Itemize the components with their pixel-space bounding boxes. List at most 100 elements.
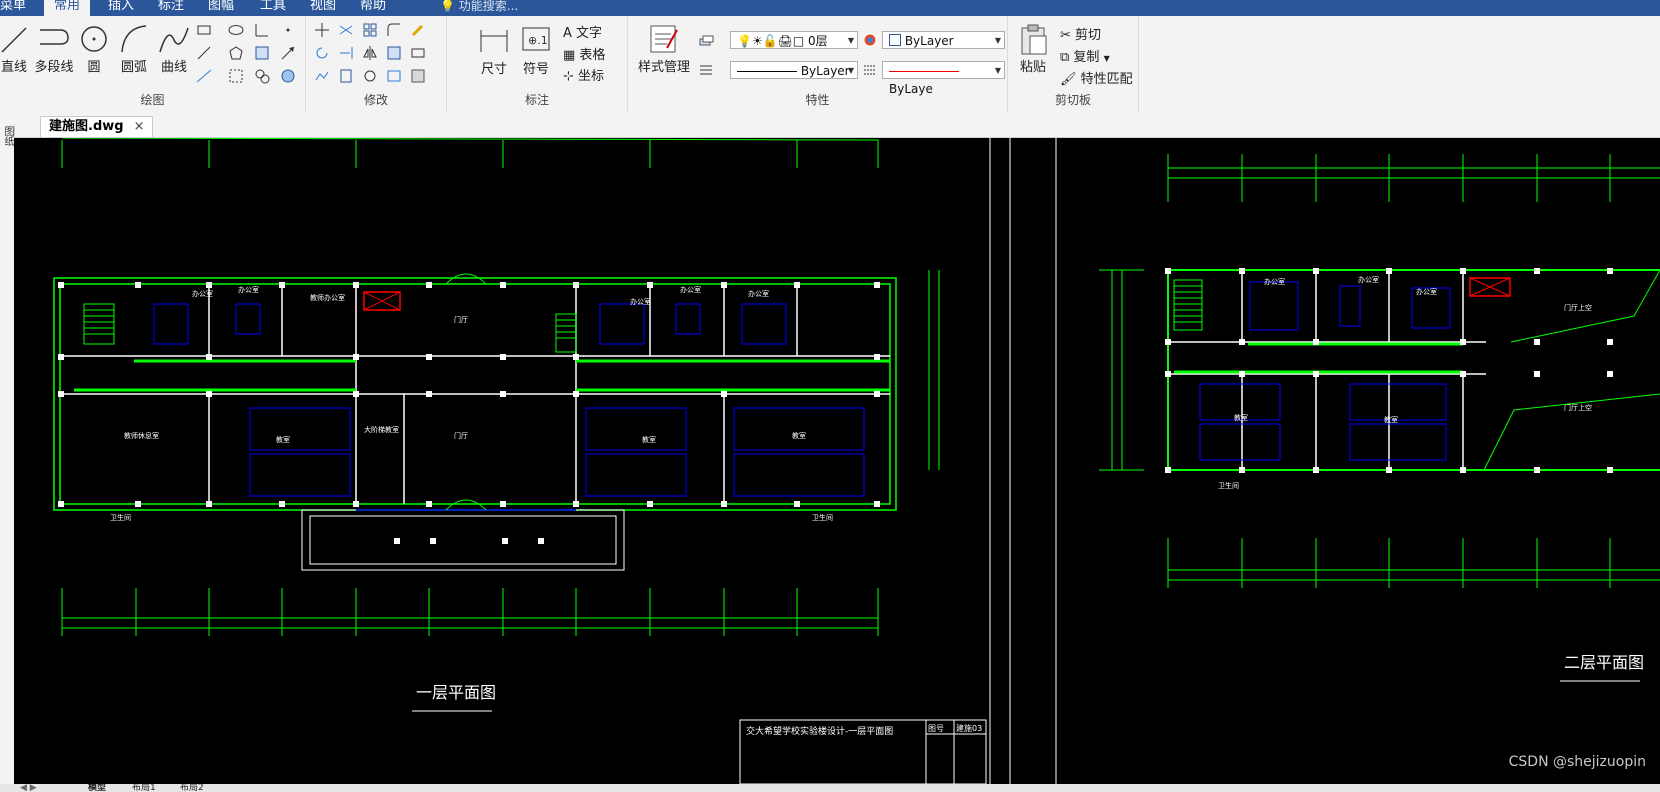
menu-item-tools[interactable]: 工具: [260, 0, 286, 16]
gradient-icon[interactable]: [280, 68, 296, 84]
arrow-icon[interactable]: [280, 45, 296, 61]
menu-item-insert[interactable]: 插入: [108, 0, 134, 16]
second-floor-plan: 办公室 办公室 办公室 门厅上空 门厅上空 教室 教室 卫生间 二层平面图: [1099, 154, 1660, 682]
properties-icon[interactable]: [410, 68, 426, 84]
fillet-icon[interactable]: [386, 22, 402, 38]
layer-manager-icon[interactable]: [698, 33, 714, 49]
table-icon: ▦: [563, 48, 580, 63]
layer-select[interactable]: 💡☀🔓🖨□ 0层 ▼: [730, 31, 858, 49]
region-icon[interactable]: [228, 68, 244, 84]
room-label: 教室: [642, 435, 656, 444]
room-label: 卫生间: [110, 513, 131, 522]
symbol-tool-label: 符号: [522, 62, 549, 77]
cut-button[interactable]: ✂ 剪切: [1060, 24, 1101, 43]
tab-nav-arrows[interactable]: ◀ ▶: [20, 784, 37, 792]
symbol-tool-button[interactable]: ⊕.1 符号: [519, 24, 553, 77]
text-tool-button[interactable]: A 文字: [563, 22, 602, 41]
first-floor-plan: 办公室 办公室 教师办公室 门厅 办公室 办公室 办公室 教师休息室 大阶梯教室…: [53, 138, 987, 784]
coordinate-tool-button[interactable]: ⊹ 坐标: [563, 65, 604, 84]
room-label: 卫生间: [812, 513, 833, 522]
array-icon[interactable]: [362, 22, 378, 38]
offset-icon[interactable]: [410, 45, 426, 61]
symbol-icon: ⊕.1: [522, 27, 550, 51]
color-wheel-icon[interactable]: [862, 32, 878, 48]
color-select[interactable]: ByLayer ▼: [882, 31, 1005, 49]
ellipse-icon[interactable]: [228, 22, 244, 38]
spline-icon: [159, 27, 189, 53]
menu-item-view[interactable]: 视图: [310, 0, 336, 16]
stairs: [83, 303, 577, 353]
sidebar-label: 图纸: [2, 126, 13, 146]
menu-item-sheet[interactable]: 图幅: [208, 0, 234, 16]
polygon-icon[interactable]: [228, 45, 244, 61]
menu-item-menu[interactable]: 菜单: [0, 0, 26, 16]
join-icon[interactable]: [386, 68, 402, 84]
line-tool-button[interactable]: 直线: [0, 22, 28, 75]
ray-icon[interactable]: [196, 45, 212, 61]
break-icon[interactable]: [338, 68, 354, 84]
layout-tab-layout2[interactable]: 布局2: [180, 784, 204, 792]
circle-tool-button[interactable]: 圆: [80, 22, 108, 75]
explode-icon[interactable]: [362, 68, 378, 84]
entrance-canopy: [301, 509, 625, 571]
plan-title-first-floor: 一层平面图: [416, 683, 496, 702]
sheet-sidebar[interactable]: 图纸: [0, 124, 15, 792]
stretch-icon[interactable]: [314, 68, 330, 84]
menu-item-dimension[interactable]: 标注: [158, 0, 184, 16]
top-dimension-lines: [61, 138, 879, 168]
arc-tool-button[interactable]: 圆弧: [118, 22, 150, 75]
match-properties-button[interactable]: 🖌 特性匹配: [1060, 68, 1133, 87]
style-manager-button[interactable]: 样式管理: [634, 22, 694, 75]
block-icon[interactable]: [254, 68, 270, 84]
table-tool-button[interactable]: ▦ 表格: [563, 44, 605, 63]
point-icon[interactable]: [280, 22, 296, 38]
feature-search-input[interactable]: 💡 功能搜索...: [440, 0, 518, 16]
scale-icon[interactable]: [386, 45, 402, 61]
polyline-tool-button[interactable]: 多段线: [34, 22, 74, 75]
feature-search-placeholder: 功能搜索...: [458, 0, 519, 13]
modify-group-label: 修改: [363, 93, 388, 107]
drawing-canvas[interactable]: 办公室 办公室 教师办公室 门厅 办公室 办公室 办公室 教师休息室 大阶梯教室…: [14, 138, 1660, 784]
lineweight-icon[interactable]: [862, 62, 878, 78]
layout-tab-bar: ◀ ▶ 模型 布局1 布局2: [0, 784, 1660, 792]
dimension-tool-button[interactable]: 尺寸: [477, 24, 511, 77]
move-icon[interactable]: [314, 22, 330, 38]
close-icon[interactable]: ×: [134, 119, 145, 134]
extend-icon[interactable]: [338, 45, 354, 61]
rotate-icon[interactable]: [314, 45, 330, 61]
coordinate-tool-label: 坐标: [578, 69, 605, 84]
draw-group: 直线 多段线 圆 圆弧 曲线 绘图: [0, 16, 306, 112]
elevator: [363, 291, 401, 311]
table-tool-label: 表格: [579, 48, 606, 63]
copy-button[interactable]: ⧉ 复制 ▼: [1060, 46, 1110, 65]
bottom-dimension-lines: [1167, 538, 1660, 588]
angle-icon[interactable]: [254, 22, 270, 38]
paste-button[interactable]: 粘贴: [1016, 22, 1050, 75]
lineweight-preview: [889, 71, 959, 72]
title-block-sheet-no: 建施03: [956, 723, 982, 733]
layout-tab-layout1[interactable]: 布局1: [132, 784, 156, 792]
linetype-select[interactable]: ByLayer ▼: [730, 61, 858, 79]
polyline-icon: [40, 29, 69, 45]
linetype-icon[interactable]: [698, 62, 714, 78]
lineweight-select[interactable]: ByLaye ▼: [882, 61, 1005, 96]
trim-icon[interactable]: [338, 22, 354, 38]
atrium-edge: [1483, 269, 1660, 471]
mirror-icon[interactable]: [362, 45, 378, 61]
room-label: 教室: [792, 431, 806, 440]
corridor-bands: [74, 359, 890, 392]
room-label: 办公室: [1264, 277, 1285, 286]
layout-tab-model[interactable]: 模型: [88, 784, 106, 792]
document-tab[interactable]: 建施图.dwg ×: [40, 116, 154, 137]
hatch-icon[interactable]: [254, 45, 270, 61]
room-label: 教室: [1384, 415, 1398, 424]
plan-title-second-floor: 二层平面图: [1564, 653, 1644, 672]
rectangle-icon[interactable]: [196, 22, 212, 38]
construction-line-icon[interactable]: [196, 68, 212, 84]
curve-tool-button[interactable]: 曲线: [158, 22, 190, 75]
brush-icon[interactable]: [410, 22, 426, 38]
properties-group: 样式管理 💡☀🔓🖨□ 0层 ▼ ByLayer ▼ ByLayer ▼ ByLaye ▼…: [628, 16, 1008, 112]
menu-item-help[interactable]: 帮助: [360, 0, 386, 16]
menu-item-common[interactable]: 常用: [44, 0, 91, 16]
clipboard-group: 粘贴 ✂ 剪切 ⧉ 复制 ▼ 🖌 特性匹配 剪切板: [1008, 16, 1139, 112]
